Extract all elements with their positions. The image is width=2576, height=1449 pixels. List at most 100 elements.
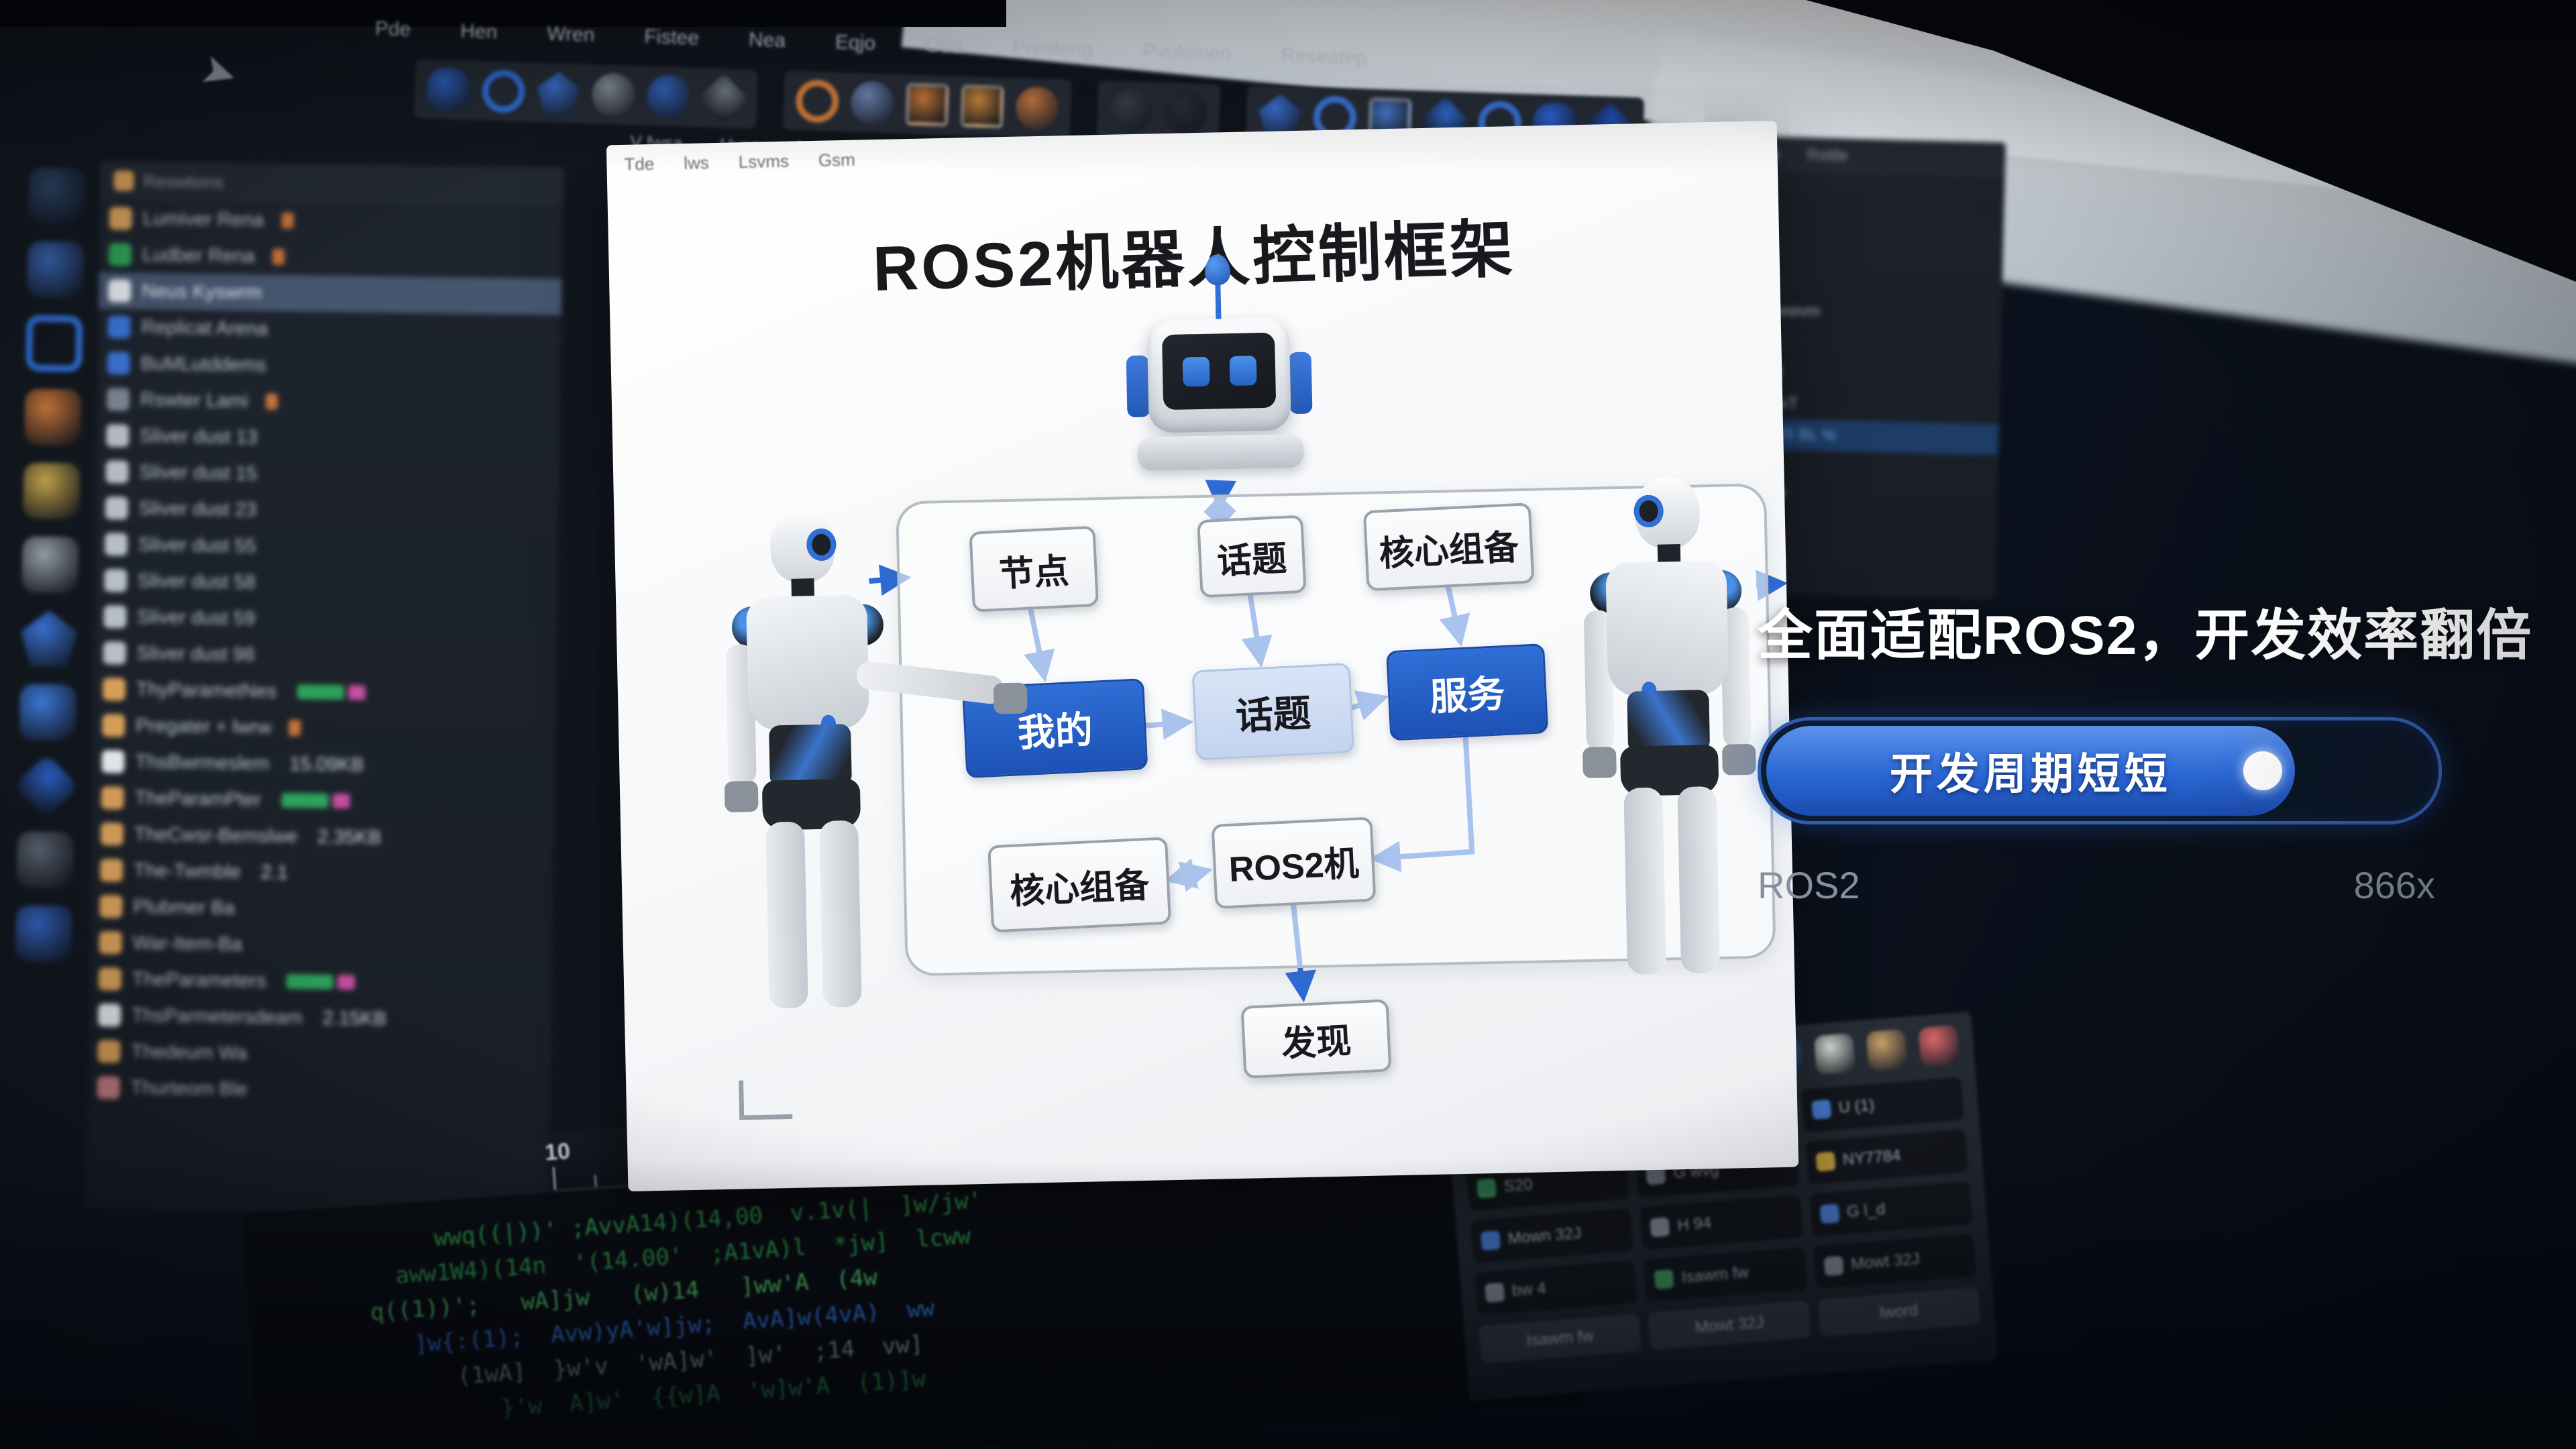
tree-item[interactable]: Rswter Lami — [97, 381, 561, 424]
property-field[interactable]: NY7784 — [1805, 1129, 1969, 1185]
arc-icon[interactable] — [27, 241, 84, 298]
sphere-dark-icon[interactable] — [28, 167, 85, 224]
property-field[interactable]: G l_d — [1809, 1181, 1973, 1237]
tree-item[interactable]: Thurteom Ble — [87, 1069, 551, 1112]
orb-tool-icon[interactable] — [646, 74, 690, 119]
eye-icon[interactable] — [23, 462, 80, 519]
progress-knob[interactable] — [2243, 751, 2282, 790]
property-field[interactable]: U (1) — [1801, 1077, 1965, 1132]
tree-item[interactable]: The-Twmble2.1 — [91, 852, 554, 895]
scale-tool-icon[interactable] — [537, 71, 581, 115]
tag-icon[interactable] — [1866, 1029, 1907, 1071]
property-icon — [1819, 1203, 1839, 1224]
tree-item[interactable]: Lumiver Rena — [99, 200, 563, 243]
tree-item-label: Sliver dust 59 — [137, 606, 255, 629]
property-footer-button[interactable]: lword — [1817, 1287, 1980, 1337]
sphere-tool-icon[interactable] — [591, 72, 635, 117]
property-footer-button[interactable]: Isawm fw — [1479, 1313, 1642, 1364]
flow-node-n3[interactable]: 核心组备 — [1363, 502, 1535, 591]
flow-node-n9[interactable]: 发现 — [1240, 999, 1391, 1079]
toolbar-group-render-tools — [783, 70, 1072, 138]
object-icon — [107, 388, 129, 411]
tree-item-label: Ludber Rena — [142, 244, 255, 267]
move-tool-icon[interactable] — [427, 68, 471, 112]
progress-right-label: 866x — [2354, 863, 2435, 907]
tree-item[interactable]: Pregater + lwrw — [93, 707, 556, 750]
capsule-icon[interactable] — [21, 536, 78, 593]
monitor-screen: ➤ PdeHenWrenFisteeNeaEqjoOdaPrestengPvol… — [0, 0, 2576, 1449]
cube-icon[interactable] — [15, 905, 72, 962]
progress-bar[interactable]: 开发周期短短 — [1758, 717, 2442, 824]
property-field[interactable]: bw 4 — [1474, 1260, 1638, 1316]
menu-item[interactable]: Nea — [748, 29, 786, 53]
menu-item[interactable]: Fistee — [644, 25, 700, 50]
marketing-overlay: 全面适配ROS2，开发效率翻倍 开发周期短短 ROS2 866x — [1758, 590, 2576, 907]
camera-icon[interactable] — [1109, 89, 1153, 133]
flow-node-n7[interactable]: 核心组备 — [987, 837, 1171, 932]
material-ball-icon[interactable] — [1015, 86, 1059, 130]
property-footer-button[interactable]: Mowt 32J — [1648, 1300, 1811, 1350]
render-region-icon[interactable] — [905, 83, 949, 127]
tree-item[interactable]: TheParameters — [89, 961, 553, 1004]
flow-node-n1[interactable]: 节点 — [969, 526, 1099, 612]
tree-item[interactable]: ThyParametNes — [93, 671, 557, 714]
object-icon — [101, 822, 123, 845]
hand-icon[interactable] — [14, 753, 79, 818]
tree-item[interactable]: Sliver dust 59 — [94, 598, 557, 641]
tree-item[interactable]: ThsParmetersdeam2.15KB — [89, 997, 552, 1040]
tree-item[interactable]: Ludber Rena — [99, 236, 563, 279]
tree-item[interactable]: Sliver dust 55 — [95, 526, 559, 569]
tree-item[interactable]: Replicat Arena — [98, 309, 561, 352]
display-icon[interactable] — [1164, 91, 1208, 135]
tree-item[interactable]: Sliver dust 15 — [96, 453, 559, 496]
tree-item[interactable]: TheParamPter — [91, 780, 555, 822]
orb-orange-icon[interactable] — [24, 388, 81, 445]
object-panel-title: Reswtions — [143, 170, 223, 193]
tree-item[interactable]: War-Item-Ba — [89, 924, 553, 967]
flow-node-n8[interactable]: ROS2机 — [1212, 816, 1377, 909]
donut-icon[interactable] — [25, 315, 83, 372]
tree-item-label: ThsBwrmeslem — [135, 751, 269, 775]
alert-icon[interactable] — [1918, 1025, 1960, 1067]
tree-item[interactable]: Sliver dust 58 — [95, 562, 558, 605]
property-label: NY7784 — [1842, 1146, 1902, 1170]
attributes-tab[interactable]: Rsttle — [1807, 146, 1848, 165]
render-view-icon[interactable] — [850, 80, 894, 125]
tree-item[interactable]: Sliver dust 13 — [97, 417, 560, 460]
menu-item[interactable]: Eqjo — [835, 31, 875, 55]
property-field[interactable]: Mowt 32J — [1813, 1234, 1977, 1289]
flow-node-n5[interactable]: 话题 — [1192, 663, 1354, 760]
render-icon[interactable] — [795, 79, 839, 123]
property-label: H 94 — [1676, 1214, 1712, 1235]
property-field[interactable]: H 94 — [1640, 1195, 1803, 1250]
layers-tool-icon[interactable] — [698, 73, 748, 123]
menu-item[interactable]: Hen — [460, 20, 498, 44]
menu-item[interactable]: Pvolsmen — [1142, 40, 1232, 66]
ghost-icon[interactable] — [17, 831, 74, 888]
tree-item[interactable]: ThsBwrmeslem15.09KB — [92, 743, 555, 786]
menu-item[interactable]: Oda — [924, 34, 963, 58]
menu-item[interactable]: Wren — [547, 23, 595, 47]
rotate-tool-icon[interactable] — [482, 69, 526, 113]
tree-item[interactable]: Thedeum Wa — [88, 1033, 551, 1076]
menu-item[interactable]: Presteng — [1012, 36, 1093, 62]
leaf-icon[interactable] — [1814, 1033, 1856, 1075]
flow-node-n6[interactable]: 服务 — [1386, 643, 1548, 741]
property-field[interactable]: Isawm fw — [1644, 1247, 1807, 1303]
tree-item[interactable]: Sliver dust 23 — [95, 490, 559, 533]
object-icon — [103, 605, 126, 628]
tree-item[interactable]: Sliver dust 98 — [93, 635, 557, 678]
render-settings-icon[interactable] — [960, 85, 1004, 129]
menu-item[interactable]: Reseatep — [1281, 44, 1367, 70]
tree-item-label: ThsParmetersdeam — [131, 1004, 303, 1029]
tree-item[interactable]: TheCwsr-Bemslwe2.35KB — [91, 816, 555, 859]
menu-item[interactable]: Pde — [374, 17, 411, 42]
pen-icon[interactable] — [20, 610, 77, 667]
tree-item[interactable]: Plubmer Ba — [90, 888, 553, 931]
tree-item[interactable]: BuMLutddems — [97, 345, 561, 388]
property-label: Mowt 32J — [1850, 1250, 1921, 1274]
brush-icon[interactable] — [19, 684, 76, 741]
tree-item-label: Sliver dust 55 — [138, 533, 256, 557]
property-field[interactable]: Mown 32J — [1470, 1208, 1634, 1264]
flow-node-n2[interactable]: 话题 — [1197, 515, 1306, 598]
